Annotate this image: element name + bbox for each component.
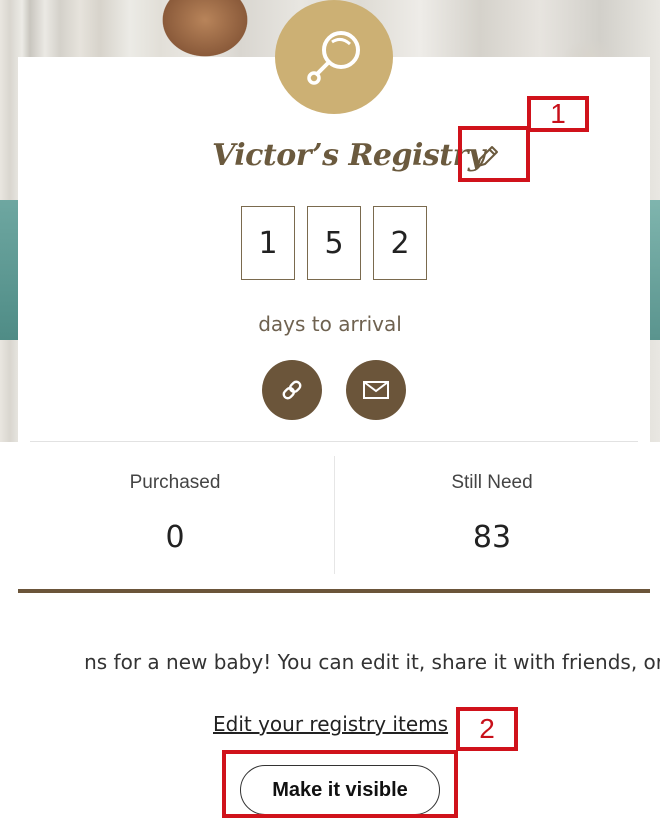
annotation-number-1: 1 bbox=[550, 98, 566, 129]
purchased-label: Purchased bbox=[129, 472, 221, 493]
still-need-value: 83 bbox=[472, 520, 512, 555]
annotation-box-edit-title bbox=[458, 126, 530, 182]
envelope-icon bbox=[363, 381, 389, 399]
still-need-label: Still Need bbox=[451, 472, 533, 493]
section-divider bbox=[18, 589, 650, 593]
edit-registry-items-link[interactable]: Edit your registry items bbox=[213, 712, 448, 736]
countdown-digit: 2 bbox=[373, 206, 427, 280]
countdown-label: days to arrival bbox=[258, 312, 402, 336]
annotation-box-make-visible bbox=[222, 750, 458, 818]
link-icon bbox=[282, 380, 302, 400]
card-divider bbox=[30, 441, 638, 442]
share-link-button[interactable] bbox=[262, 360, 322, 420]
arrival-countdown: 1 5 2 bbox=[241, 206, 427, 280]
registry-avatar bbox=[275, 0, 393, 114]
purchased-value: 0 bbox=[165, 520, 185, 555]
share-email-button[interactable] bbox=[346, 360, 406, 420]
countdown-digit: 1 bbox=[241, 206, 295, 280]
registry-intro-text: ns for a new baby! You can edit it, shar… bbox=[84, 650, 660, 674]
countdown-digit: 5 bbox=[307, 206, 361, 280]
registry-title: Victor’s Registry bbox=[212, 138, 485, 173]
annotation-number-2: 2 bbox=[479, 713, 495, 744]
rattle-icon bbox=[307, 31, 360, 85]
registry-stats: Purchased 0 Still Need 83 bbox=[0, 456, 660, 576]
